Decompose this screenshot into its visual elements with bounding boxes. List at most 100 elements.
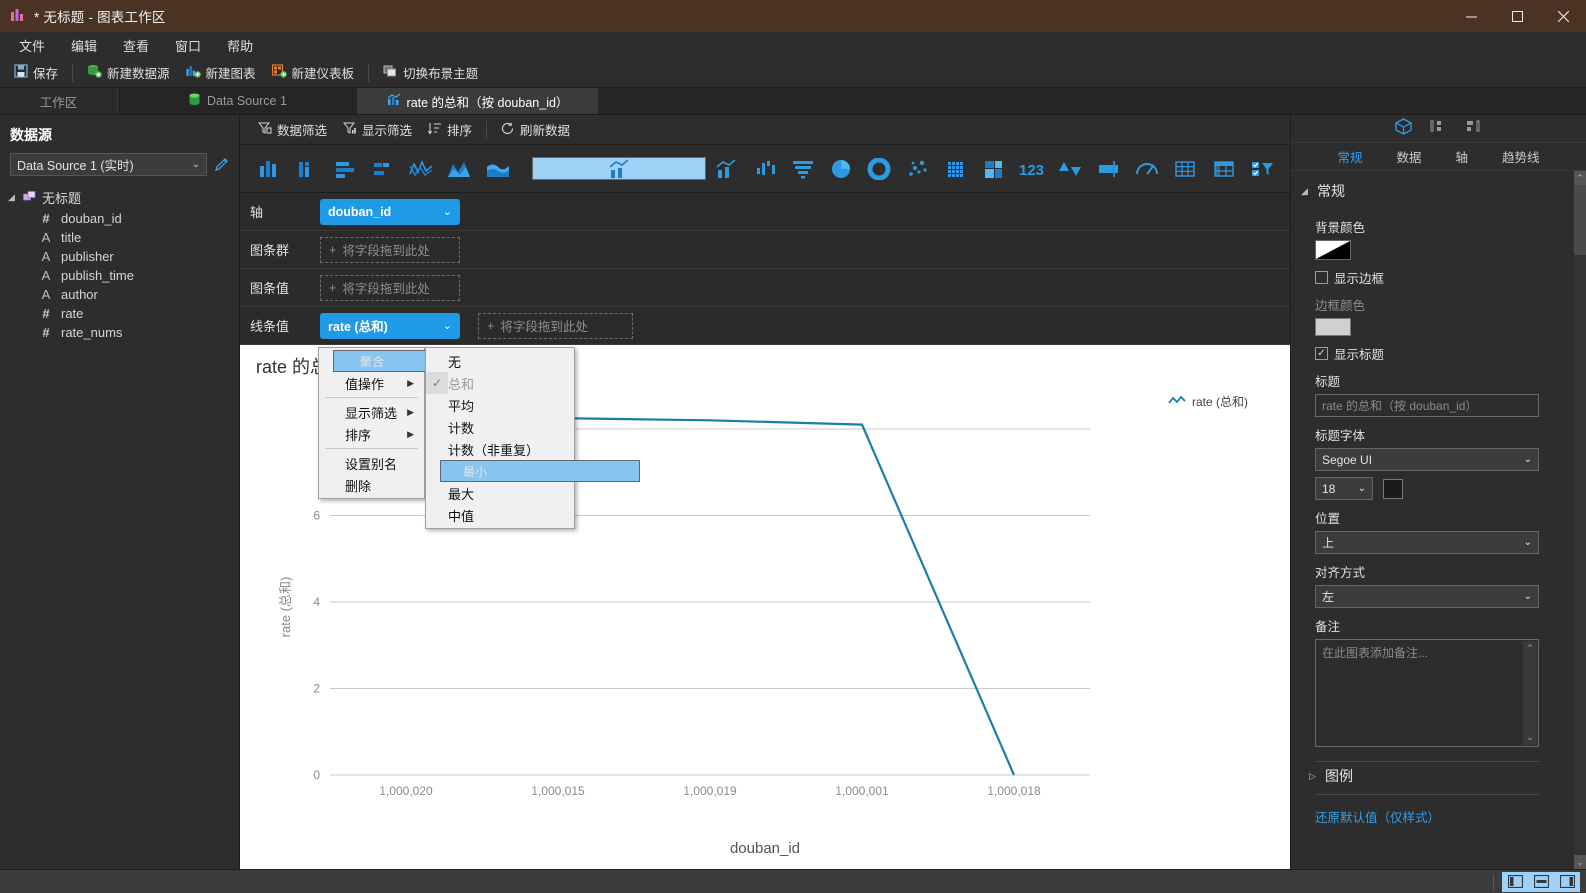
menu-view[interactable]: 查看 xyxy=(110,33,162,58)
cube-icon[interactable] xyxy=(1395,117,1412,140)
aggregate-option-计数（非重复）[interactable]: 计数（非重复） xyxy=(426,438,574,460)
column-chart-icon[interactable] xyxy=(250,149,286,189)
layout-left-icon[interactable] xyxy=(1430,119,1447,138)
show-title-checkbox[interactable]: ✓ xyxy=(1315,347,1328,360)
close-button[interactable] xyxy=(1540,0,1586,32)
pivot-table-icon[interactable] xyxy=(1206,149,1242,189)
funnel-chart-icon[interactable] xyxy=(785,149,821,189)
treemap-chart-icon[interactable] xyxy=(976,149,1012,189)
tab-general[interactable]: 常规 xyxy=(1335,143,1364,170)
menu-edit[interactable]: 编辑 xyxy=(58,33,110,58)
pill-context-menu[interactable]: 聚合▶值操作▶显示筛选▶排序▶设置别名删除 xyxy=(318,347,533,499)
show-title-row[interactable]: ✓ 显示标题 xyxy=(1315,344,1570,363)
bullet-chart-icon[interactable] xyxy=(1091,149,1127,189)
scroll-up-arrow-icon[interactable]: ⌃ xyxy=(1574,171,1586,185)
menu-file[interactable]: 文件 xyxy=(6,33,58,58)
field-publish_time[interactable]: A publish_time xyxy=(0,266,239,285)
scroll-down-arrow-icon[interactable]: ⌄ xyxy=(1574,855,1586,869)
chevron-down-icon[interactable]: ⌄ xyxy=(443,205,452,218)
gauge-chart-icon[interactable] xyxy=(1129,149,1165,189)
refresh-data-button[interactable]: 刷新数据 xyxy=(493,117,578,142)
new-chart-button[interactable]: 新建图表 xyxy=(178,60,264,85)
position-select[interactable]: 上 ⌄ xyxy=(1315,531,1539,554)
chevron-down-icon[interactable]: ⌄ xyxy=(443,319,452,332)
heatmap-chart-icon[interactable] xyxy=(938,149,974,189)
aggregate-option-计数[interactable]: 计数 xyxy=(426,416,574,438)
aggregate-submenu[interactable]: 无 ✓ 总和 平均 计数 计数（非重复） 最小 最大 中值 xyxy=(425,347,640,529)
menu-item-排序[interactable]: 排序 ▶ xyxy=(319,423,424,445)
aggregate-option-最小[interactable]: 最小 xyxy=(440,460,640,482)
pencil-icon[interactable] xyxy=(213,156,231,174)
dropzone-bar-value[interactable]: + 将字段拖到此处 xyxy=(320,274,460,301)
tab-chart[interactable]: rate 的总和（按 douban_id） xyxy=(358,88,598,114)
restore-defaults-link[interactable]: 还原默认值（仅样式） xyxy=(1315,807,1570,826)
stacked-bar-chart-icon[interactable] xyxy=(365,149,401,189)
bar-line-chart-icon[interactable] xyxy=(708,149,744,189)
expand-triangle-icon[interactable]: ◢ xyxy=(8,192,18,203)
display-filter-button[interactable]: 显示筛选 xyxy=(335,117,420,142)
table-icon[interactable] xyxy=(1167,149,1203,189)
new-dashboard-button[interactable]: 新建仪表板 xyxy=(264,60,363,85)
section-legend-header[interactable]: ▷ 图例 xyxy=(1309,762,1570,794)
filter-list-icon[interactable] xyxy=(1244,149,1280,189)
dropzone-bar-group[interactable]: + 将字段拖到此处 xyxy=(320,236,460,263)
new-datasource-button[interactable]: 新建数据源 xyxy=(79,60,178,85)
properties-scrollbar[interactable]: ⌃ ⌄ xyxy=(1574,171,1586,869)
combo-bar-line-chart-icon[interactable] xyxy=(531,157,707,180)
line-chart-icon[interactable] xyxy=(403,149,439,189)
layout-right-icon[interactable] xyxy=(1465,119,1482,138)
tab-data[interactable]: 数据 xyxy=(1394,143,1423,170)
bar-chart-icon[interactable] xyxy=(327,149,363,189)
pill-rate-sum[interactable]: rate (总和) ⌄ xyxy=(320,312,460,339)
show-border-row[interactable]: 显示边框 xyxy=(1315,268,1570,287)
background-color-swatch[interactable] xyxy=(1315,240,1351,260)
tab-axis[interactable]: 轴 xyxy=(1454,143,1471,170)
data-filter-button[interactable]: 数据筛选 xyxy=(250,117,335,142)
collapse-triangle-icon[interactable]: ◢ xyxy=(1301,186,1311,197)
theme-switch-button[interactable]: 切换布景主题 xyxy=(375,60,486,85)
scatter-chart-icon[interactable] xyxy=(900,149,936,189)
menu-item-删除[interactable]: 删除 xyxy=(319,474,424,496)
border-color-swatch[interactable] xyxy=(1315,318,1351,336)
properties-scroll-thumb[interactable] xyxy=(1574,185,1586,255)
field-rate_nums[interactable]: # rate_nums xyxy=(0,323,239,342)
save-button[interactable]: 保存 xyxy=(6,60,66,85)
pie-chart-icon[interactable] xyxy=(823,149,859,189)
tree-root-node[interactable]: ◢ 无标题 xyxy=(0,186,239,209)
note-textarea[interactable]: 在此图表添加备注... ⌃ ⌄ xyxy=(1315,639,1539,747)
aggregate-option-中值[interactable]: 中值 xyxy=(426,504,574,526)
menu-help[interactable]: 帮助 xyxy=(214,33,266,58)
title-font-select[interactable]: Segoe UI ⌄ xyxy=(1315,448,1539,471)
field-publisher[interactable]: A publisher xyxy=(0,247,239,266)
range-bar-chart-icon[interactable] xyxy=(747,149,783,189)
tab-trendline[interactable]: 趋势线 xyxy=(1500,143,1542,170)
aggregate-option-总和[interactable]: ✓ 总和 xyxy=(426,372,574,394)
field-author[interactable]: A author xyxy=(0,285,239,304)
menu-item-设置别名[interactable]: 设置别名 xyxy=(319,452,424,474)
dropzone-line-value[interactable]: + 将字段拖到此处 xyxy=(478,312,633,339)
tab-data-source-1[interactable]: Data Source 1 xyxy=(118,88,358,114)
layout-bottom-panel-icon[interactable] xyxy=(1528,872,1554,892)
menu-item-值操作[interactable]: 值操作 ▶ xyxy=(319,372,424,394)
expand-triangle-icon[interactable]: ▷ xyxy=(1309,771,1319,782)
scroll-up-arrow-icon[interactable]: ⌃ xyxy=(1526,643,1534,654)
alignment-select[interactable]: 左 ⌄ xyxy=(1315,585,1539,608)
title-input[interactable]: rate 的总和（按 douban_id） xyxy=(1315,394,1539,417)
show-border-checkbox[interactable] xyxy=(1315,271,1328,284)
menu-item-显示筛选[interactable]: 显示筛选 ▶ xyxy=(319,401,424,423)
title-color-swatch[interactable] xyxy=(1383,478,1403,499)
datasource-select[interactable]: Data Source 1 (实时) ⌄ xyxy=(10,153,207,176)
sort-button[interactable]: 排序 xyxy=(420,117,480,142)
stacked-area-chart-icon[interactable] xyxy=(480,149,516,189)
note-scrollbar[interactable]: ⌃ ⌄ xyxy=(1523,641,1537,745)
number-card-icon[interactable]: 123 xyxy=(1014,149,1050,189)
field-title[interactable]: A title xyxy=(0,228,239,247)
minimize-button[interactable] xyxy=(1448,0,1494,32)
area-chart-icon[interactable] xyxy=(441,149,477,189)
scroll-down-arrow-icon[interactable]: ⌄ xyxy=(1526,732,1534,743)
title-size-select[interactable]: 18 ⌄ xyxy=(1315,477,1373,500)
section-general-header[interactable]: ◢ 常规 xyxy=(1301,177,1570,209)
field-rate[interactable]: # rate xyxy=(0,304,239,323)
aggregate-option-无[interactable]: 无 xyxy=(426,350,574,372)
maximize-button[interactable] xyxy=(1494,0,1540,32)
